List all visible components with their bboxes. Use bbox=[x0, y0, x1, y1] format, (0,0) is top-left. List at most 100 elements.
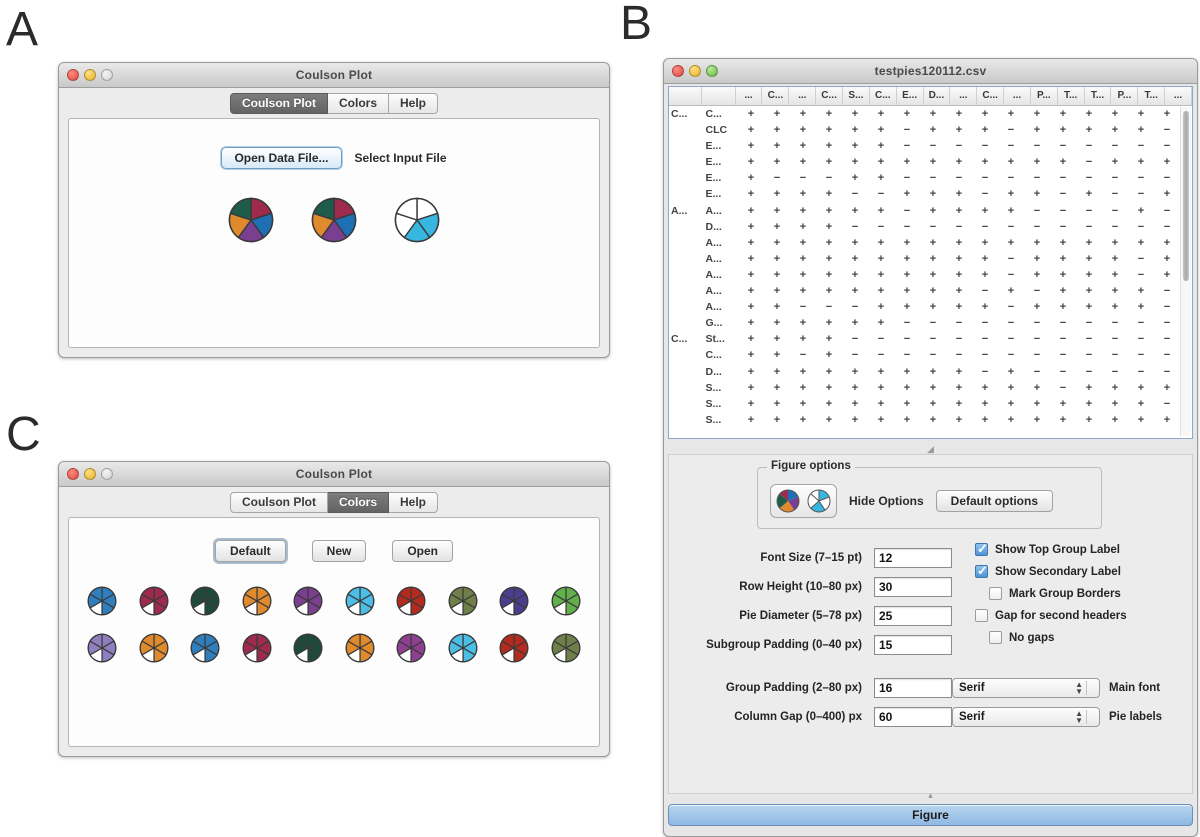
table-cell[interactable]: − bbox=[998, 122, 1024, 138]
table-cell[interactable]: + bbox=[1128, 299, 1154, 315]
table-row[interactable]: E... + + + + + + + + + + + + + − + + + bbox=[669, 154, 1180, 170]
table-cell[interactable]: + bbox=[738, 170, 764, 186]
table-cell[interactable]: + bbox=[842, 106, 868, 122]
table-column-header[interactable]: D... bbox=[924, 87, 951, 105]
color-swatch-pie[interactable] bbox=[448, 633, 478, 668]
table-cell[interactable]: + bbox=[998, 283, 1024, 299]
table-row[interactable]: S... + + + + + + + + + + + + + + + + − bbox=[669, 396, 1180, 412]
table-cell[interactable]: + bbox=[816, 154, 842, 170]
table-cell[interactable]: + bbox=[1128, 396, 1154, 412]
table-cell[interactable]: + bbox=[868, 267, 894, 283]
table-cell[interactable]: − bbox=[1024, 219, 1050, 235]
table-cell[interactable]: − bbox=[1076, 315, 1102, 331]
table-cell[interactable]: + bbox=[1154, 267, 1180, 283]
table-cell[interactable]: + bbox=[868, 154, 894, 170]
table-cell[interactable]: + bbox=[946, 203, 972, 219]
table-row[interactable]: C... + + − + − − − − − − − − − − − − − bbox=[669, 347, 1180, 363]
table-cell[interactable]: + bbox=[894, 283, 920, 299]
table-cell[interactable]: + bbox=[816, 283, 842, 299]
table-cell[interactable]: − bbox=[1076, 364, 1102, 380]
table-column-header[interactable]: ... bbox=[950, 87, 978, 105]
table-cell[interactable]: − bbox=[1024, 331, 1050, 347]
table-row[interactable]: C... C... + + + + + + + + + + + + + + + + + bbox=[669, 106, 1180, 122]
table-cell[interactable]: + bbox=[1128, 283, 1154, 299]
color-swatch-pie[interactable] bbox=[499, 633, 529, 668]
new-button[interactable]: New bbox=[311, 540, 367, 562]
table-cell[interactable]: + bbox=[1076, 283, 1102, 299]
table-cell[interactable]: − bbox=[1050, 186, 1076, 202]
table-cell[interactable]: + bbox=[816, 347, 842, 363]
table-cell[interactable]: − bbox=[998, 138, 1024, 154]
table-column-header[interactable]: C... bbox=[762, 87, 790, 105]
table-column-header[interactable]: T... bbox=[1085, 87, 1112, 105]
table-cell[interactable]: − bbox=[1024, 138, 1050, 154]
table-cell[interactable]: + bbox=[1024, 251, 1050, 267]
table-cell[interactable]: + bbox=[1024, 154, 1050, 170]
table-cell[interactable]: − bbox=[1154, 203, 1180, 219]
table-cell[interactable]: + bbox=[764, 186, 790, 202]
table-column-header[interactable]: ... bbox=[1165, 87, 1192, 105]
table-cell[interactable]: + bbox=[842, 122, 868, 138]
table-cell[interactable]: − bbox=[1154, 364, 1180, 380]
select-group-padding[interactable]: Serif ▲ ▼ bbox=[952, 677, 1100, 698]
table-cell[interactable]: + bbox=[894, 251, 920, 267]
table-cell[interactable]: + bbox=[790, 122, 816, 138]
table-cell[interactable]: + bbox=[842, 396, 868, 412]
table-cell[interactable]: + bbox=[868, 315, 894, 331]
table-cell[interactable]: − bbox=[842, 186, 868, 202]
table-row[interactable]: E... + + + + + + − − − − − − − − − − − bbox=[669, 138, 1180, 154]
table-cell[interactable]: − bbox=[1128, 347, 1154, 363]
color-swatch-pie[interactable] bbox=[139, 633, 169, 668]
table-cell[interactable]: + bbox=[998, 203, 1024, 219]
table-cell[interactable]: + bbox=[972, 299, 998, 315]
tab-coulson-plot[interactable]: Coulson Plot bbox=[229, 491, 328, 513]
table-cell[interactable]: + bbox=[790, 138, 816, 154]
table-cell[interactable]: + bbox=[946, 106, 972, 122]
minimize-button[interactable] bbox=[84, 468, 96, 480]
table-cell[interactable]: + bbox=[946, 364, 972, 380]
table-cell[interactable]: + bbox=[842, 380, 868, 396]
table-cell[interactable]: + bbox=[764, 267, 790, 283]
table-cell[interactable]: + bbox=[738, 186, 764, 202]
table-cell[interactable]: − bbox=[972, 315, 998, 331]
table-cell[interactable]: + bbox=[920, 364, 946, 380]
table-column-header[interactable]: ... bbox=[736, 87, 763, 105]
csv-data-table[interactable]: ... C...... C... S... C... E... D...... C......… bbox=[668, 86, 1193, 439]
table-cell[interactable]: + bbox=[764, 219, 790, 235]
table-cell[interactable]: + bbox=[920, 412, 946, 428]
table-cell[interactable]: + bbox=[1024, 412, 1050, 428]
table-cell[interactable]: + bbox=[1076, 299, 1102, 315]
checkbox-gap-for-second-headers[interactable]: Gap for second headers bbox=[975, 609, 1127, 622]
table-cell[interactable]: + bbox=[946, 267, 972, 283]
table-row[interactable]: D... + + + + + + + + + − + − − − − − − bbox=[669, 364, 1180, 380]
table-cell[interactable]: + bbox=[738, 380, 764, 396]
table-cell[interactable]: − bbox=[1102, 203, 1128, 219]
table-cell[interactable]: + bbox=[1024, 186, 1050, 202]
table-column-header[interactable]: E... bbox=[897, 87, 924, 105]
table-row[interactable]: A... + + + + + + + + + + − + + + + − + bbox=[669, 251, 1180, 267]
table-column-header[interactable]: P... bbox=[1111, 87, 1139, 105]
table-cell[interactable]: − bbox=[920, 138, 946, 154]
table-cell[interactable]: + bbox=[1102, 380, 1128, 396]
table-cell[interactable]: + bbox=[894, 380, 920, 396]
table-cell[interactable]: − bbox=[1076, 219, 1102, 235]
table-cell[interactable]: + bbox=[738, 267, 764, 283]
table-cell[interactable]: + bbox=[946, 154, 972, 170]
table-row[interactable]: A... + + + + + + + + + + + + + + + + + bbox=[669, 235, 1180, 251]
table-cell[interactable]: − bbox=[894, 331, 920, 347]
table-cell[interactable]: − bbox=[1128, 267, 1154, 283]
table-cell[interactable]: − bbox=[1050, 203, 1076, 219]
table-cell[interactable]: + bbox=[1050, 267, 1076, 283]
table-cell[interactable]: + bbox=[738, 364, 764, 380]
table-cell[interactable]: + bbox=[1102, 267, 1128, 283]
table-cell[interactable]: + bbox=[1102, 106, 1128, 122]
table-cell[interactable]: + bbox=[842, 364, 868, 380]
table-cell[interactable]: − bbox=[998, 251, 1024, 267]
table-cell[interactable]: + bbox=[1102, 154, 1128, 170]
table-cell[interactable]: + bbox=[920, 299, 946, 315]
table-cell[interactable]: + bbox=[738, 122, 764, 138]
table-cell[interactable]: − bbox=[1076, 138, 1102, 154]
table-cell[interactable]: + bbox=[816, 106, 842, 122]
table-cell[interactable]: + bbox=[790, 283, 816, 299]
table-cell[interactable]: − bbox=[790, 347, 816, 363]
